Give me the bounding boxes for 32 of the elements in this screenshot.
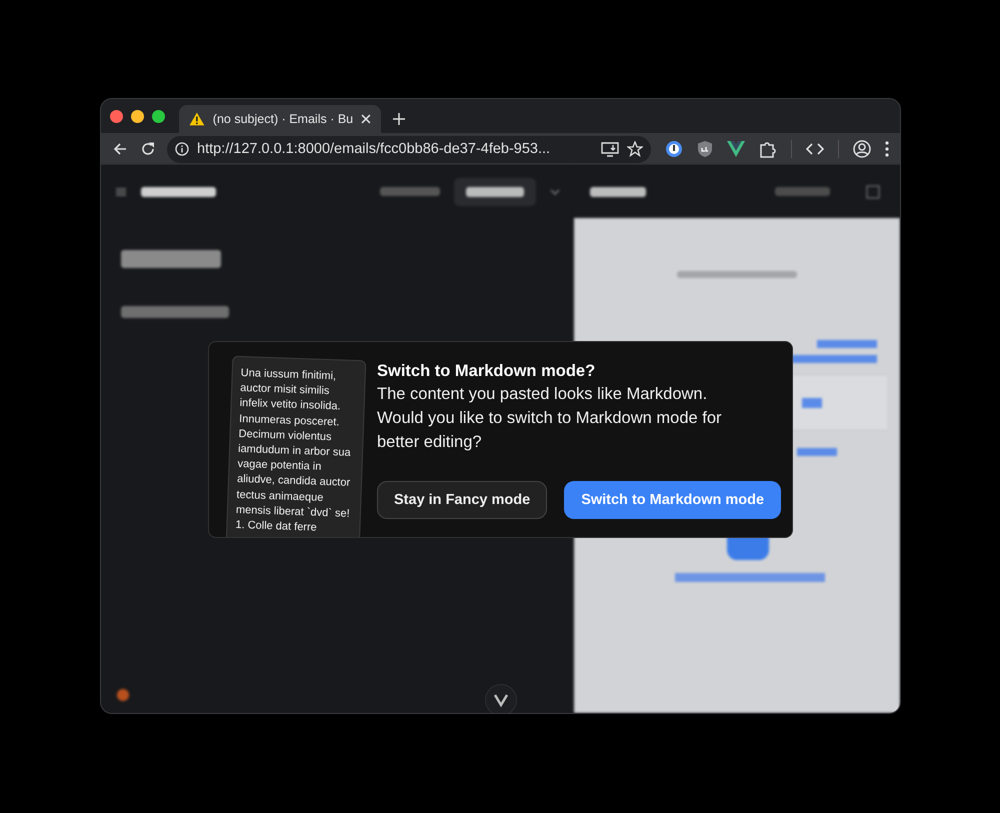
extension-icon[interactable] bbox=[665, 140, 683, 158]
profile-icon[interactable] bbox=[853, 140, 871, 158]
address-bar[interactable]: http://127.0.0.1:8000/emails/fcc0bb86-de37-4feb-953... bbox=[167, 136, 651, 162]
vue-icon[interactable] bbox=[727, 141, 745, 157]
install-icon[interactable] bbox=[601, 141, 619, 157]
new-tab-icon[interactable] bbox=[393, 113, 405, 125]
puzzle-icon[interactable] bbox=[759, 140, 777, 158]
pasted-text: Una iussum finitimi, auctor misit similis infelix vetito insolida. Innumeras posceret. Decimum violentus iamdudum in arbor sua vagae potentia in aliudve, candida auctor tectus animaeque mensis liberat `dvd` se! 1. Colle dat ferre bbox=[235, 366, 352, 536]
blurred-title[interactable] bbox=[141, 186, 216, 196]
back-icon[interactable] bbox=[113, 142, 127, 156]
switch-button[interactable]: Switch to Markdown mode bbox=[564, 481, 782, 519]
browser-tab[interactable]: (no subject) · Emails · Bu bbox=[179, 105, 381, 133]
close-window-icon[interactable] bbox=[110, 110, 123, 122]
star-icon[interactable] bbox=[627, 141, 643, 157]
dialog-title: Switch to Markdown mode? bbox=[377, 361, 596, 382]
blurred-button[interactable] bbox=[454, 178, 536, 206]
close-icon[interactable] bbox=[361, 114, 371, 124]
shield-icon[interactable] bbox=[697, 140, 713, 158]
warning-icon bbox=[189, 112, 205, 126]
stay-button[interactable]: Stay in Fancy mode bbox=[377, 481, 548, 519]
blurred-title bbox=[590, 186, 646, 196]
info-icon[interactable] bbox=[175, 142, 189, 156]
maximize-window-icon[interactable] bbox=[152, 110, 165, 122]
dialog-message: The content you pasted looks like Markdown. Would you like to switch to Markdown mode for better editing? bbox=[377, 384, 723, 453]
reload-icon[interactable] bbox=[141, 142, 155, 156]
tab-title: (no subject) · Emails · Bu bbox=[212, 112, 354, 126]
code-icon[interactable] bbox=[806, 143, 824, 155]
menu-icon[interactable] bbox=[885, 141, 889, 157]
scroll-down-icon[interactable] bbox=[485, 684, 517, 713]
status-dot bbox=[117, 689, 129, 701]
minimize-window-icon[interactable] bbox=[131, 110, 144, 122]
url-text: http://127.0.0.1:8000/emails/fcc0bb86-de37-4feb-953... bbox=[197, 141, 552, 157]
